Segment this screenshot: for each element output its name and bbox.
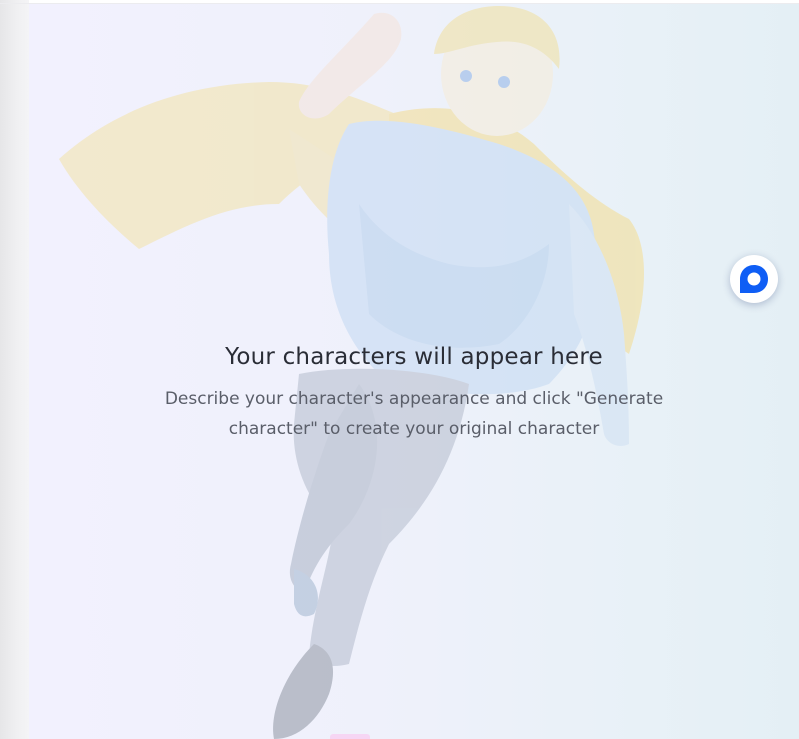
floating-chat-button[interactable] bbox=[730, 255, 778, 303]
page: Your characters will appear here Describ… bbox=[0, 0, 799, 739]
character-preview-area: Your characters will appear here Describ… bbox=[29, 4, 799, 739]
empty-state-description: Describe your character's appearance and… bbox=[164, 389, 664, 439]
empty-state: Your characters will appear here Describ… bbox=[29, 344, 799, 444]
left-panel-edge bbox=[0, 0, 29, 739]
bottom-accent bbox=[330, 734, 370, 739]
empty-state-title: Your characters will appear here bbox=[225, 344, 603, 370]
chat-bubble-icon bbox=[740, 265, 768, 293]
